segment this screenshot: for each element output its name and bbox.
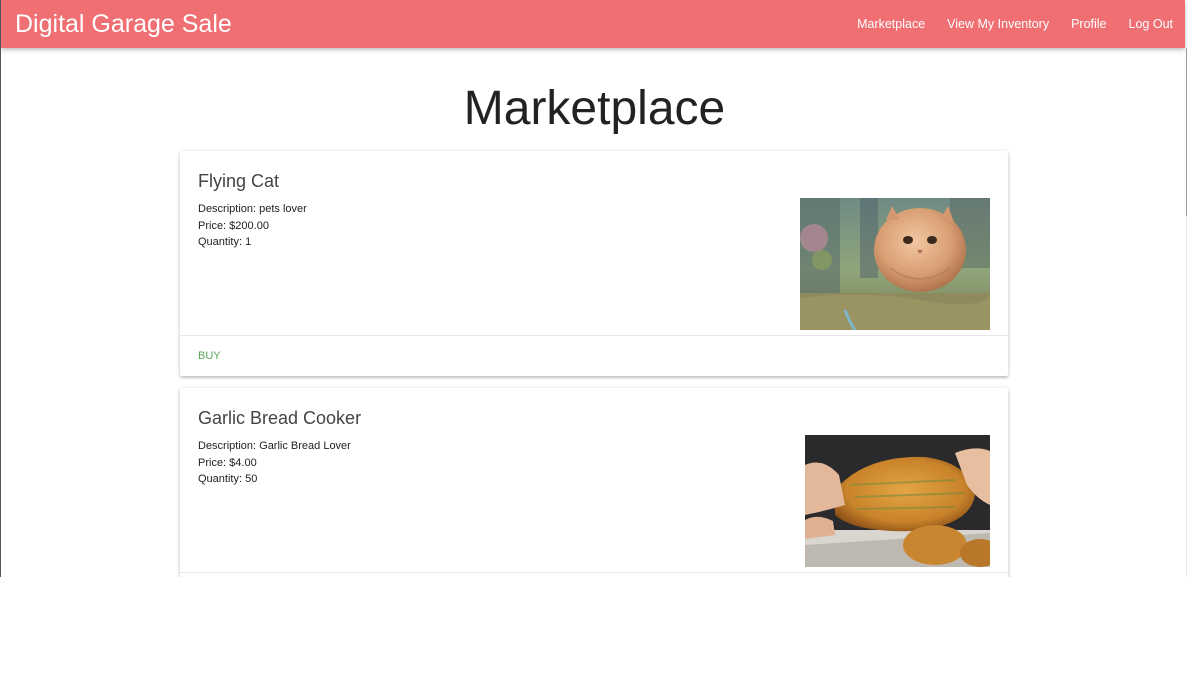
listing-price: Price: $4.00: [198, 456, 257, 469]
listing-card: Garlic Bread Cooker Description: Garlic …: [180, 388, 1008, 577]
card-divider: [180, 572, 1008, 573]
card-divider: [180, 335, 1008, 336]
listing-details: Description: pets lover Price: $200.00 Q…: [198, 201, 307, 251]
garlic-bread-photo: [805, 435, 990, 567]
listing-card: Flying Cat Description: pets lover Price…: [180, 151, 1008, 376]
buy-button[interactable]: BUY: [198, 350, 221, 362]
brand-logo-link[interactable]: Digital Garage Sale: [15, 9, 232, 39]
nav-links: Marketplace View My Inventory Profile Lo…: [835, 0, 1173, 48]
page-title: Marketplace: [463, 82, 726, 135]
listing-title: Garlic Bread Cooker: [198, 408, 362, 428]
listing-price: Price: $200.00: [198, 219, 269, 232]
nav-link-profile[interactable]: Profile: [1071, 17, 1106, 31]
listing-description: Description: pets lover: [198, 203, 307, 215]
flying-cat-photo: [800, 198, 990, 330]
top-navbar: Digital Garage Sale Marketplace View My …: [1, 0, 1185, 48]
listing-details: Description: Garlic Bread Lover Price: $…: [198, 438, 351, 488]
nav-link-marketplace[interactable]: Marketplace: [857, 17, 925, 31]
nav-link-log-out[interactable]: Log Out: [1129, 17, 1173, 31]
listing-quantity: Quantity: 1: [198, 236, 252, 248]
listing-description: Description: Garlic Bread Lover: [198, 440, 351, 452]
browser-viewport: Digital Garage Sale Marketplace View My …: [0, 0, 1187, 577]
nav-link-view-inventory[interactable]: View My Inventory: [947, 17, 1049, 31]
listing-title: Flying Cat: [198, 171, 280, 191]
listing-quantity: Quantity: 50: [198, 473, 258, 485]
